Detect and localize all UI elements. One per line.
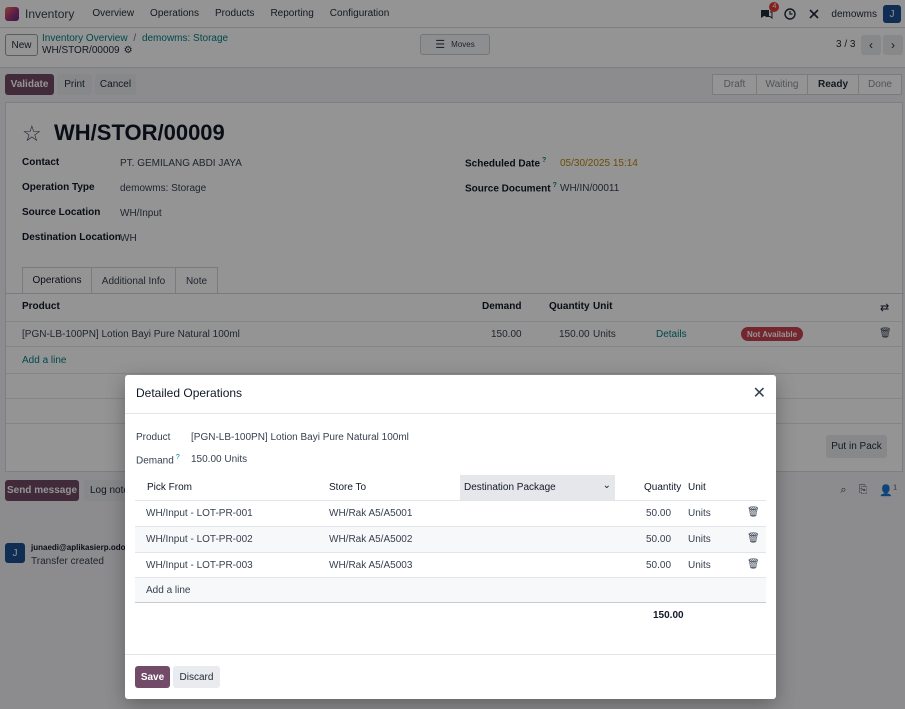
store-to-cell[interactable]: WH/Rak A5/A5002	[329, 534, 412, 545]
dialog-header-divider	[125, 413, 776, 414]
quantity-total: 150.00	[653, 610, 684, 621]
table-row[interactable]: WH/Input - LOT-PR-003 WH/Rak A5/A5003 50…	[135, 552, 766, 578]
dialog-title: Detailed Operations	[136, 386, 243, 400]
trash-icon[interactable]: 🗑	[747, 533, 760, 544]
pick-from-cell[interactable]: WH/Input - LOT-PR-001	[146, 508, 253, 519]
demand-label: Demand?	[136, 454, 180, 467]
product-value[interactable]: [PGN-LB-100PN] Lotion Bayi Pure Natural …	[191, 432, 409, 443]
dialog-footer-divider	[125, 654, 776, 655]
column-pick-from[interactable]: Pick From	[147, 482, 192, 493]
pick-from-cell[interactable]: WH/Input - LOT-PR-002	[146, 534, 253, 545]
unit-cell: Units	[688, 560, 711, 571]
table-row[interactable]: WH/Input - LOT-PR-001 WH/Rak A5/A5001 50…	[135, 500, 766, 526]
discard-button[interactable]: Discard	[173, 666, 220, 688]
close-icon[interactable]: ✕	[753, 383, 766, 403]
total-divider	[135, 602, 766, 603]
column-unit[interactable]: Unit	[688, 482, 706, 493]
quantity-cell[interactable]: 50.00	[646, 534, 671, 545]
add-line-link[interactable]: Add a line	[146, 585, 190, 596]
column-store-to[interactable]: Store To	[329, 482, 366, 493]
column-quantity[interactable]: Quantity	[644, 482, 681, 493]
trash-icon[interactable]: 🗑	[747, 507, 760, 518]
save-button[interactable]: Save	[135, 666, 170, 688]
pick-from-cell[interactable]: WH/Input - LOT-PR-003	[146, 560, 253, 571]
chevron-down-icon: ⌄	[602, 480, 611, 491]
quantity-cell[interactable]: 50.00	[646, 560, 671, 571]
unit-cell: Units	[688, 534, 711, 545]
trash-icon[interactable]: 🗑	[747, 559, 760, 570]
help-icon[interactable]: ?	[176, 454, 180, 461]
product-label: Product	[136, 432, 171, 443]
detailed-operations-dialog: Detailed Operations ✕ Product [PGN-LB-10…	[125, 375, 776, 699]
table-row[interactable]: WH/Input - LOT-PR-002 WH/Rak A5/A5002 50…	[135, 526, 766, 552]
unit-cell: Units	[688, 508, 711, 519]
store-to-cell[interactable]: WH/Rak A5/A5001	[329, 508, 412, 519]
column-destination-package[interactable]: Destination Package ⌄	[460, 475, 615, 500]
quantity-cell[interactable]: 50.00	[646, 508, 671, 519]
demand-value: 150.00 Units	[191, 454, 248, 465]
store-to-cell[interactable]: WH/Rak A5/A5003	[329, 560, 412, 571]
add-line-row: Add a line	[135, 577, 766, 602]
